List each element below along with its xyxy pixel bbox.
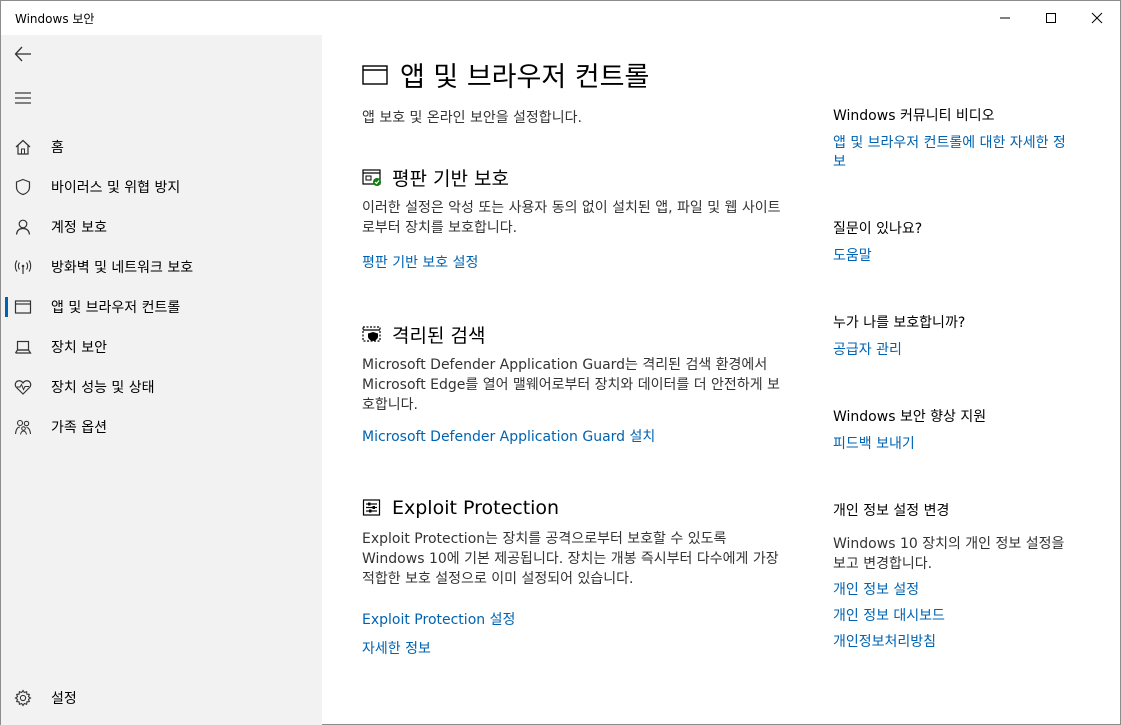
close-icon: [1091, 12, 1103, 24]
sidebar-item-label: 방화벽 및 네트워크 보호: [51, 260, 194, 276]
reputation-settings-link[interactable]: 평판 기반 보호 설정: [362, 252, 792, 272]
exploit-protection-icon: [362, 499, 381, 516]
section-isolated-browsing: 격리된 검색 Microsoft Defender Application Gu…: [362, 321, 792, 446]
minimize-button[interactable]: [982, 1, 1028, 35]
window-title: Windows 보안: [15, 12, 95, 26]
main-content: 앱 및 브라우저 컨트롤 앱 보호 및 온라인 보안을 설정합니다. 평판 기반…: [322, 35, 1120, 725]
page-title: 앱 및 브라우저 컨트롤: [362, 55, 649, 94]
improve-heading: Windows 보안 향상 지원: [833, 409, 987, 425]
sidebar-item-device-security[interactable]: 장치 보안: [1, 328, 322, 366]
sidebar-item-label: 장치 성능 및 상태: [51, 380, 155, 396]
sidebar-item-firewall[interactable]: 방화벽 및 네트워크 보호: [1, 248, 322, 286]
section-exploit-protection: Exploit Protection Exploit Protection는 장…: [362, 495, 792, 658]
install-application-guard-link[interactable]: Microsoft Defender Application Guard 설치: [362, 426, 792, 446]
who-protects-heading: 누가 나를 보호합니까?: [833, 315, 966, 331]
maximize-button[interactable]: [1028, 1, 1074, 35]
app-window-icon: [362, 64, 388, 85]
right-question: 질문이 있나요? 도움말: [833, 219, 1093, 266]
maximize-icon: [1046, 13, 1056, 23]
section-heading: Exploit Protection: [392, 497, 560, 519]
person-icon: [13, 217, 33, 237]
send-feedback-link[interactable]: 피드백 보내기: [833, 435, 1093, 454]
back-button[interactable]: [9, 40, 37, 68]
sidebar: 홈 바이러스 및 위협 방지 계정 보호 방화벽 및 네트워크 보호 앱 및 브…: [1, 35, 322, 725]
privacy-settings-link[interactable]: 개인 정보 설정: [833, 581, 1093, 600]
sidebar-item-app-browser-control[interactable]: 앱 및 브라우저 컨트롤: [1, 288, 322, 326]
community-video-link[interactable]: 앱 및 브라우저 컨트롤에 대한 자세한 정보: [833, 134, 1078, 172]
help-link[interactable]: 도움말: [833, 247, 1093, 266]
section-description: Exploit Protection는 장치를 공격으로부터 보호할 수 있도록…: [362, 531, 779, 587]
section-description: Microsoft Defender Application Guard는 격리…: [362, 357, 780, 413]
hamburger-icon: [15, 92, 31, 104]
sidebar-item-account-protection[interactable]: 계정 보호: [1, 208, 322, 246]
section-heading: 격리된 검색: [392, 324, 486, 347]
right-who-protects: 누가 나를 보호합니까? 공급자 관리: [833, 313, 1093, 360]
app-window-icon: [13, 297, 33, 317]
title-bar[interactable]: Windows 보안: [1, 1, 1120, 35]
privacy-heading: 개인 정보 설정 변경: [833, 503, 950, 519]
sidebar-item-home[interactable]: 홈: [1, 128, 322, 166]
section-description: 이러한 설정은 악성 또는 사용자 동의 없이 설치된 앱, 파일 및 웹 사이…: [362, 200, 781, 236]
page-subtitle: 앱 보호 및 온라인 보안을 설정합니다.: [362, 110, 582, 126]
sidebar-item-label: 장치 보안: [51, 340, 107, 356]
manage-providers-link[interactable]: 공급자 관리: [833, 341, 1093, 360]
sidebar-item-label: 가족 옵션: [51, 420, 107, 436]
privacy-dashboard-link[interactable]: 개인 정보 대시보드: [833, 607, 1093, 626]
laptop-icon: [13, 337, 33, 357]
sidebar-item-label: 앱 및 브라우저 컨트롤: [51, 300, 181, 316]
right-community: Windows 커뮤니티 비디오 앱 및 브라우저 컨트롤에 대한 자세한 정보: [833, 106, 1093, 172]
minimize-icon: [1000, 17, 1010, 19]
right-improve: Windows 보안 향상 지원 피드백 보내기: [833, 407, 1093, 454]
close-button[interactable]: [1074, 1, 1120, 35]
sidebar-item-virus-protection[interactable]: 바이러스 및 위협 방지: [1, 168, 322, 206]
sidebar-item-label: 계정 보호: [51, 220, 107, 236]
community-heading: Windows 커뮤니티 비디오: [833, 108, 995, 124]
shield-icon: [13, 177, 33, 197]
sidebar-item-settings[interactable]: 설정: [1, 679, 322, 717]
sidebar-item-label: 바이러스 및 위협 방지: [51, 180, 181, 196]
exploit-protection-settings-link[interactable]: Exploit Protection 설정: [362, 609, 792, 629]
privacy-statement-link[interactable]: 개인정보처리방침: [833, 633, 1093, 652]
heart-pulse-icon: [13, 377, 33, 397]
sidebar-item-label: 설정: [51, 691, 77, 707]
question-heading: 질문이 있나요?: [833, 221, 923, 237]
learn-more-link[interactable]: 자세한 정보: [362, 638, 792, 658]
family-icon: [13, 417, 33, 437]
antenna-icon: [13, 257, 33, 277]
menu-button[interactable]: [9, 84, 37, 112]
app-window: Windows 보안 홈 바이러스 및 위협 방지 계정 보호 방화벽 및 네트…: [0, 0, 1121, 725]
home-icon: [13, 137, 33, 157]
section-reputation-protection: 평판 기반 보호 이러한 설정은 악성 또는 사용자 동의 없이 설치된 앱, …: [362, 164, 792, 272]
gear-icon: [13, 688, 33, 708]
right-privacy: 개인 정보 설정 변경 Windows 10 장치의 개인 정보 설정을 보고 …: [833, 501, 1093, 652]
page-title-text: 앱 및 브라우저 컨트롤: [400, 62, 650, 93]
sidebar-item-family-options[interactable]: 가족 옵션: [1, 408, 322, 446]
privacy-description: Windows 10 장치의 개인 정보 설정을 보고 변경합니다.: [833, 536, 1065, 572]
sidebar-item-label: 홈: [51, 140, 64, 156]
sidebar-item-device-performance[interactable]: 장치 성능 및 상태: [1, 368, 322, 406]
section-heading: 평판 기반 보호: [392, 167, 509, 190]
back-arrow-icon: [14, 46, 31, 62]
isolated-browsing-icon: [362, 326, 381, 342]
reputation-shield-icon: [362, 169, 381, 186]
